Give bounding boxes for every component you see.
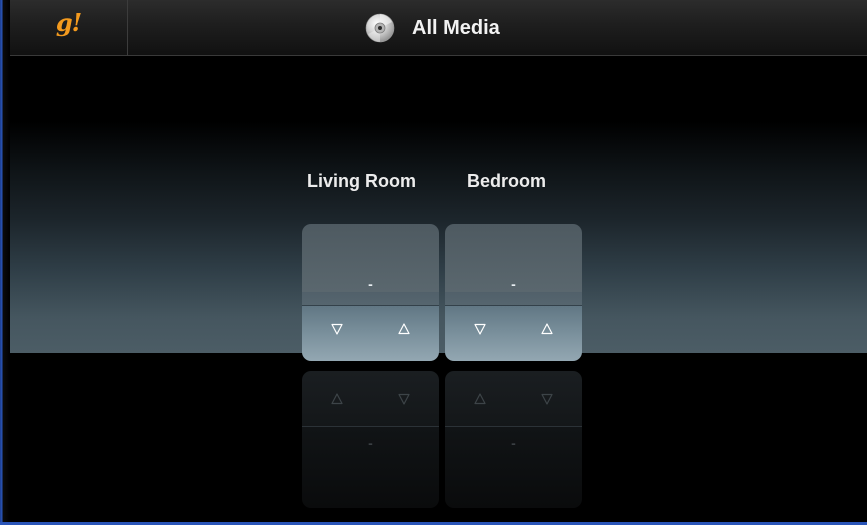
triangle-up-icon <box>474 393 486 405</box>
reflection-down-arrow <box>379 384 429 414</box>
title-group: All Media <box>365 10 500 46</box>
triangle-down-icon <box>331 323 343 335</box>
logo: g! <box>55 7 82 37</box>
reflection-down-arrow <box>522 384 572 414</box>
zone-label-living-room: Living Room <box>307 171 416 191</box>
triangle-up-icon <box>331 393 343 405</box>
disc-icon <box>365 13 395 43</box>
reflection-up-arrow <box>455 384 505 414</box>
reflection-living-room: - <box>302 371 439 508</box>
reflection-value: - <box>368 435 373 451</box>
volume-buttons <box>302 306 439 361</box>
zone-control-bedroom: - <box>445 224 582 361</box>
triangle-up-icon <box>398 323 410 335</box>
home-logo-button[interactable]: g! <box>10 0 128 56</box>
reflection-buttons <box>302 371 439 426</box>
volume-down-button[interactable] <box>312 314 362 344</box>
triangle-down-icon <box>474 323 486 335</box>
screen: g! All Media Living Room Bedroom - - - - <box>0 0 867 525</box>
zone-control-living-room: - <box>302 224 439 361</box>
reflection-bedroom: - <box>445 371 582 508</box>
reflection-value: - <box>511 435 516 451</box>
volume-display: - <box>445 224 582 292</box>
volume-up-button[interactable] <box>522 314 572 344</box>
triangle-down-icon <box>541 393 553 405</box>
reflection-buttons <box>445 371 582 426</box>
divider <box>445 292 582 306</box>
volume-display: - <box>302 224 439 292</box>
volume-down-button[interactable] <box>455 314 505 344</box>
volume-value: - <box>511 276 516 292</box>
divider <box>302 292 439 306</box>
volume-value: - <box>368 276 373 292</box>
triangle-down-icon <box>398 393 410 405</box>
zone-label-bedroom: Bedroom <box>467 171 547 191</box>
header-bar: g! All Media <box>10 0 867 56</box>
triangle-up-icon <box>541 323 553 335</box>
reflection-up-arrow <box>312 384 362 414</box>
volume-up-button[interactable] <box>379 314 429 344</box>
page-title: All Media <box>412 16 500 39</box>
volume-buttons <box>445 306 582 361</box>
